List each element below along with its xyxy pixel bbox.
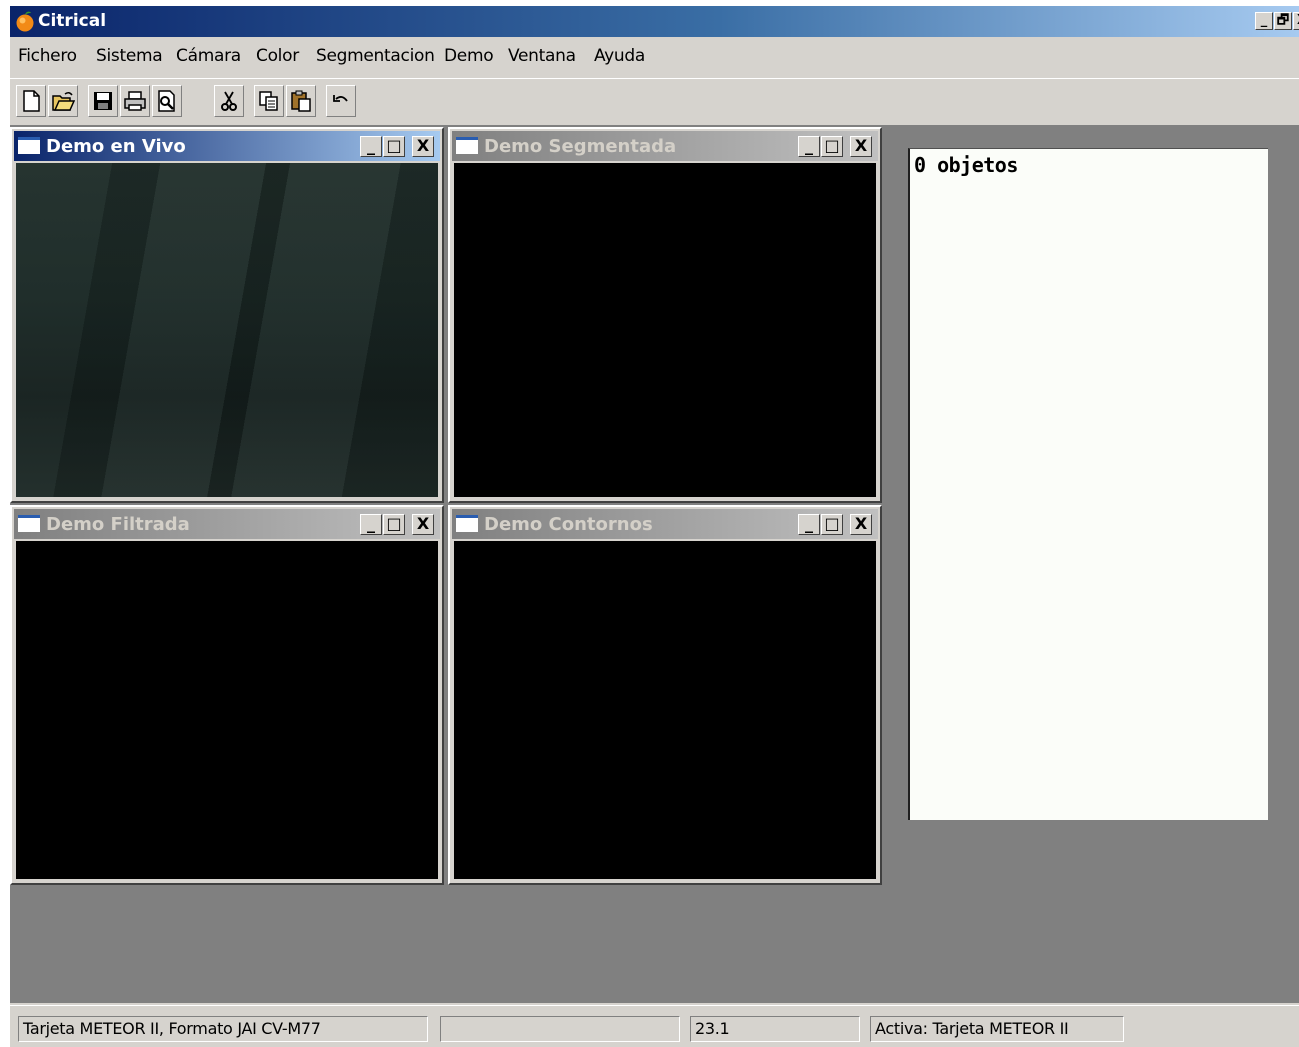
child-maximize-button[interactable]: □ [821, 136, 843, 157]
menu-bar: Fichero Sistema Cámara Color Segmentacio… [10, 39, 1299, 71]
window-minimize-button[interactable]: _ [1255, 12, 1273, 30]
open-icon [52, 91, 75, 111]
menu-sistema[interactable]: Sistema [96, 46, 163, 66]
child-minimize-button[interactable]: _ [360, 136, 382, 157]
objects-panel: 0 objetos [908, 148, 1268, 820]
print-button[interactable] [120, 85, 150, 117]
child-caption[interactable]: Demo Segmentada _ □ X [452, 131, 878, 161]
new-button[interactable] [16, 85, 46, 117]
child-minimize-button[interactable]: _ [360, 514, 382, 535]
child-maximize-button[interactable]: □ [383, 136, 405, 157]
orange-app-icon [16, 11, 34, 32]
window-icon [18, 137, 40, 154]
segmented-view [454, 163, 876, 497]
child-window-demo-segmentada[interactable]: Demo Segmentada _ □ X [448, 127, 882, 503]
child-minimize-button[interactable]: _ [798, 514, 820, 535]
child-close-button[interactable]: X [412, 514, 434, 535]
undo-icon [333, 95, 348, 102]
save-button[interactable] [88, 85, 118, 117]
new-icon [23, 90, 40, 112]
status-pane-active: Activa: Tarjeta METEOR II [870, 1016, 1124, 1042]
copy-icon [259, 91, 278, 111]
toolbar [10, 78, 1299, 126]
menu-demo[interactable]: Demo [444, 46, 494, 66]
menu-camara[interactable]: Cámara [176, 46, 241, 66]
window-icon [456, 515, 478, 532]
print-icon [124, 91, 146, 111]
object-count-label: 0 objetos [914, 153, 1018, 177]
child-maximize-button[interactable]: □ [383, 514, 405, 535]
child-minimize-button[interactable]: _ [798, 136, 820, 157]
cut-icon [221, 91, 237, 111]
child-caption[interactable]: Demo Contornos _ □ X [452, 509, 878, 539]
child-window-demo-filtrada[interactable]: Demo Filtrada _ □ X [10, 505, 444, 885]
status-pane-card: Tarjeta METEOR II, Formato JAI CV-M77 [18, 1016, 428, 1042]
paste-button[interactable] [286, 85, 316, 117]
undo-button[interactable] [326, 85, 356, 117]
child-title: Demo Filtrada [46, 514, 190, 535]
title-bar[interactable]: Citrical _ 🗗 X [10, 6, 1299, 37]
filtered-view [16, 541, 438, 879]
menu-fichero[interactable]: Fichero [18, 46, 77, 66]
window-icon [456, 137, 478, 154]
child-title: Demo en Vivo [46, 136, 186, 157]
paste-icon [291, 90, 311, 112]
app-window: Citrical _ 🗗 X Fichero Sistema Cámara Co… [10, 6, 1299, 1047]
status-pane-empty [440, 1016, 680, 1042]
child-window-demo-en-vivo[interactable]: Demo en Vivo _ □ X [10, 127, 444, 503]
save-icon [94, 92, 112, 110]
menu-ventana[interactable]: Ventana [508, 46, 576, 66]
contours-view [454, 541, 876, 879]
menu-color[interactable]: Color [256, 46, 299, 66]
window-restore-button[interactable]: 🗗 [1274, 12, 1292, 30]
child-close-button[interactable]: X [850, 514, 872, 535]
child-close-button[interactable]: X [850, 136, 872, 157]
status-bar: Tarjeta METEOR II, Formato JAI CV-M77 23… [10, 1005, 1299, 1047]
child-title: Demo Contornos [484, 514, 653, 535]
status-pane-fps: 23.1 [690, 1016, 860, 1042]
open-button[interactable] [48, 85, 78, 117]
child-maximize-button[interactable]: □ [821, 514, 843, 535]
child-caption[interactable]: Demo Filtrada _ □ X [14, 509, 440, 539]
window-icon [18, 515, 40, 532]
menu-ayuda[interactable]: Ayuda [594, 46, 645, 66]
menu-segmentacion[interactable]: Segmentacion [316, 46, 435, 66]
child-caption[interactable]: Demo en Vivo _ □ X [14, 131, 440, 161]
live-camera-view [16, 163, 438, 497]
window-close-button[interactable]: X [1293, 12, 1299, 30]
child-window-demo-contornos[interactable]: Demo Contornos _ □ X [448, 505, 882, 885]
print-preview-button[interactable] [152, 85, 182, 117]
child-close-button[interactable]: X [412, 136, 434, 157]
print-preview-icon [158, 90, 175, 112]
window-title: Citrical [38, 11, 107, 31]
child-title: Demo Segmentada [484, 136, 677, 157]
cut-button[interactable] [214, 85, 244, 117]
copy-button[interactable] [254, 85, 284, 117]
